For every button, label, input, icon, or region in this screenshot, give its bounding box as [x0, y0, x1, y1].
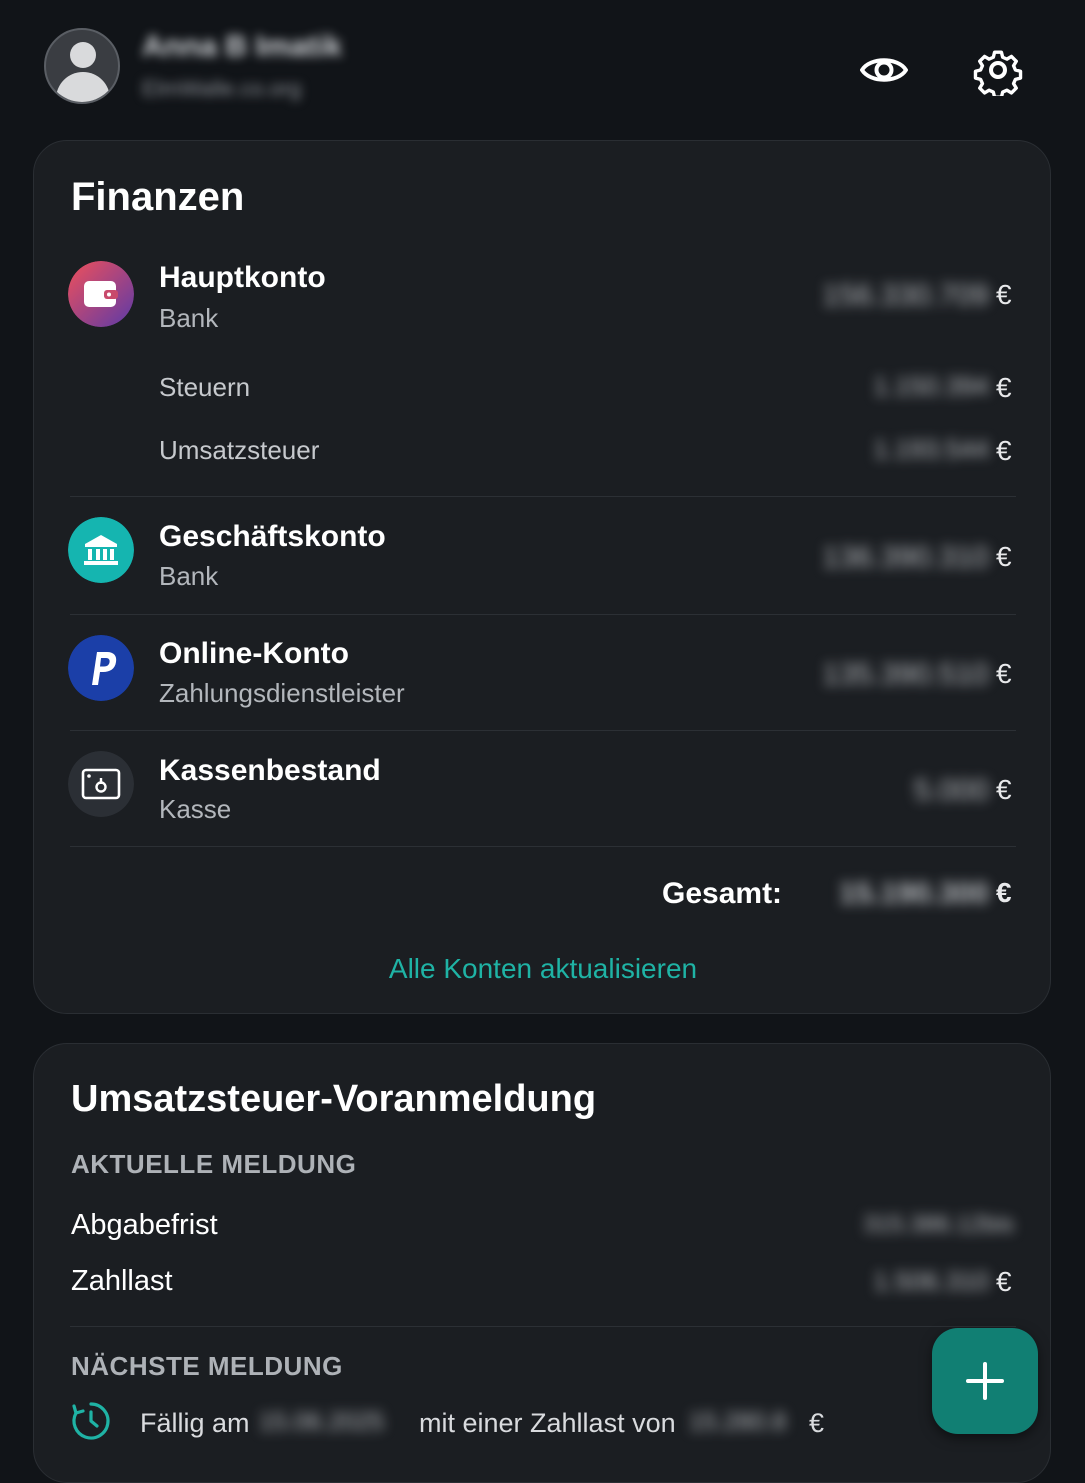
user-subtitle: ElmWalle.co.org [142, 76, 302, 101]
paypal-icon [68, 635, 134, 701]
wallet-icon [68, 261, 134, 327]
currency-symbol: € [996, 279, 1012, 310]
account-balance: 156.330.709 [822, 279, 989, 312]
finances-title: Finanzen [71, 175, 245, 219]
next-due-mid: mit einer Zahllast von [419, 1408, 676, 1438]
deadline-value: 315.386.12bis [863, 1211, 1014, 1238]
cash-register-icon [68, 751, 134, 817]
clock-icon [72, 1402, 110, 1440]
sub-account-balance: 1.150.394 [873, 371, 989, 401]
app-header: Anna B Imatik ElmWalle.co.org [0, 0, 1085, 130]
next-due-amount: 15.280.8 [689, 1408, 787, 1436]
next-report-caption: NÄCHSTE MELDUNG [71, 1351, 343, 1381]
total-label: Gesamt: [662, 877, 783, 910]
divider [70, 846, 1016, 847]
add-button[interactable] [932, 1328, 1038, 1434]
payable-label: Zahllast [71, 1265, 173, 1297]
sub-account-label: Umsatzsteuer [159, 435, 320, 465]
currency-symbol: € [996, 1266, 1012, 1297]
currency-symbol: € [996, 877, 1012, 908]
currency-symbol: € [996, 372, 1012, 403]
next-due-prefix: Fällig am [140, 1408, 250, 1438]
plus-icon-vertical [983, 1362, 987, 1400]
currency-symbol: € [996, 774, 1012, 805]
gear-icon[interactable] [972, 44, 1024, 96]
deadline-label: Abgabefrist [71, 1209, 218, 1241]
next-due-date: 15.06.2025 [259, 1408, 385, 1436]
account-type: Kasse [159, 794, 232, 824]
payable-value: 1.506.310 [873, 1266, 989, 1296]
divider [70, 614, 1016, 615]
finances-card: Finanzen Hauptkonto Bank 156.330.709 € S… [33, 140, 1051, 1014]
currency-symbol: € [996, 541, 1012, 572]
sub-account-balance: 1.193.544 [873, 434, 989, 464]
eye-icon[interactable] [858, 44, 910, 96]
current-report-caption: AKTUELLE MELDUNG [71, 1149, 357, 1179]
account-name: Geschäftskonto [159, 520, 386, 553]
divider [70, 1326, 1016, 1327]
bank-icon [68, 517, 134, 583]
avatar-body-shape [56, 72, 110, 102]
account-type: Bank [159, 303, 219, 333]
account-balance: 5.000 [913, 774, 989, 807]
currency-symbol: € [809, 1408, 825, 1438]
vat-card: Umsatzsteuer-Voranmeldung AKTUELLE MELDU… [33, 1043, 1051, 1483]
vat-title: Umsatzsteuer-Voranmeldung [71, 1078, 597, 1120]
account-name: Online-Konto [159, 637, 349, 670]
account-type: Bank [159, 561, 219, 591]
sub-account-label: Steuern [159, 372, 251, 402]
account-balance: 136.390.310 [822, 541, 989, 574]
user-name: Anna B Imatik [142, 30, 343, 63]
account-balance: 135.390.510 [822, 658, 989, 691]
avatar-head-shape [70, 42, 96, 68]
update-all-accounts-link[interactable]: Alle Konten aktualisieren [34, 953, 1052, 985]
divider [70, 496, 1016, 497]
avatar[interactable] [44, 28, 120, 104]
account-type: Zahlungsdienstleister [159, 678, 405, 708]
account-name: Hauptkonto [159, 261, 326, 294]
divider [70, 730, 1016, 731]
currency-symbol: € [996, 435, 1012, 466]
total-balance: 15.190.300 [838, 877, 989, 910]
currency-symbol: € [996, 658, 1012, 689]
account-name: Kassenbestand [159, 754, 381, 787]
